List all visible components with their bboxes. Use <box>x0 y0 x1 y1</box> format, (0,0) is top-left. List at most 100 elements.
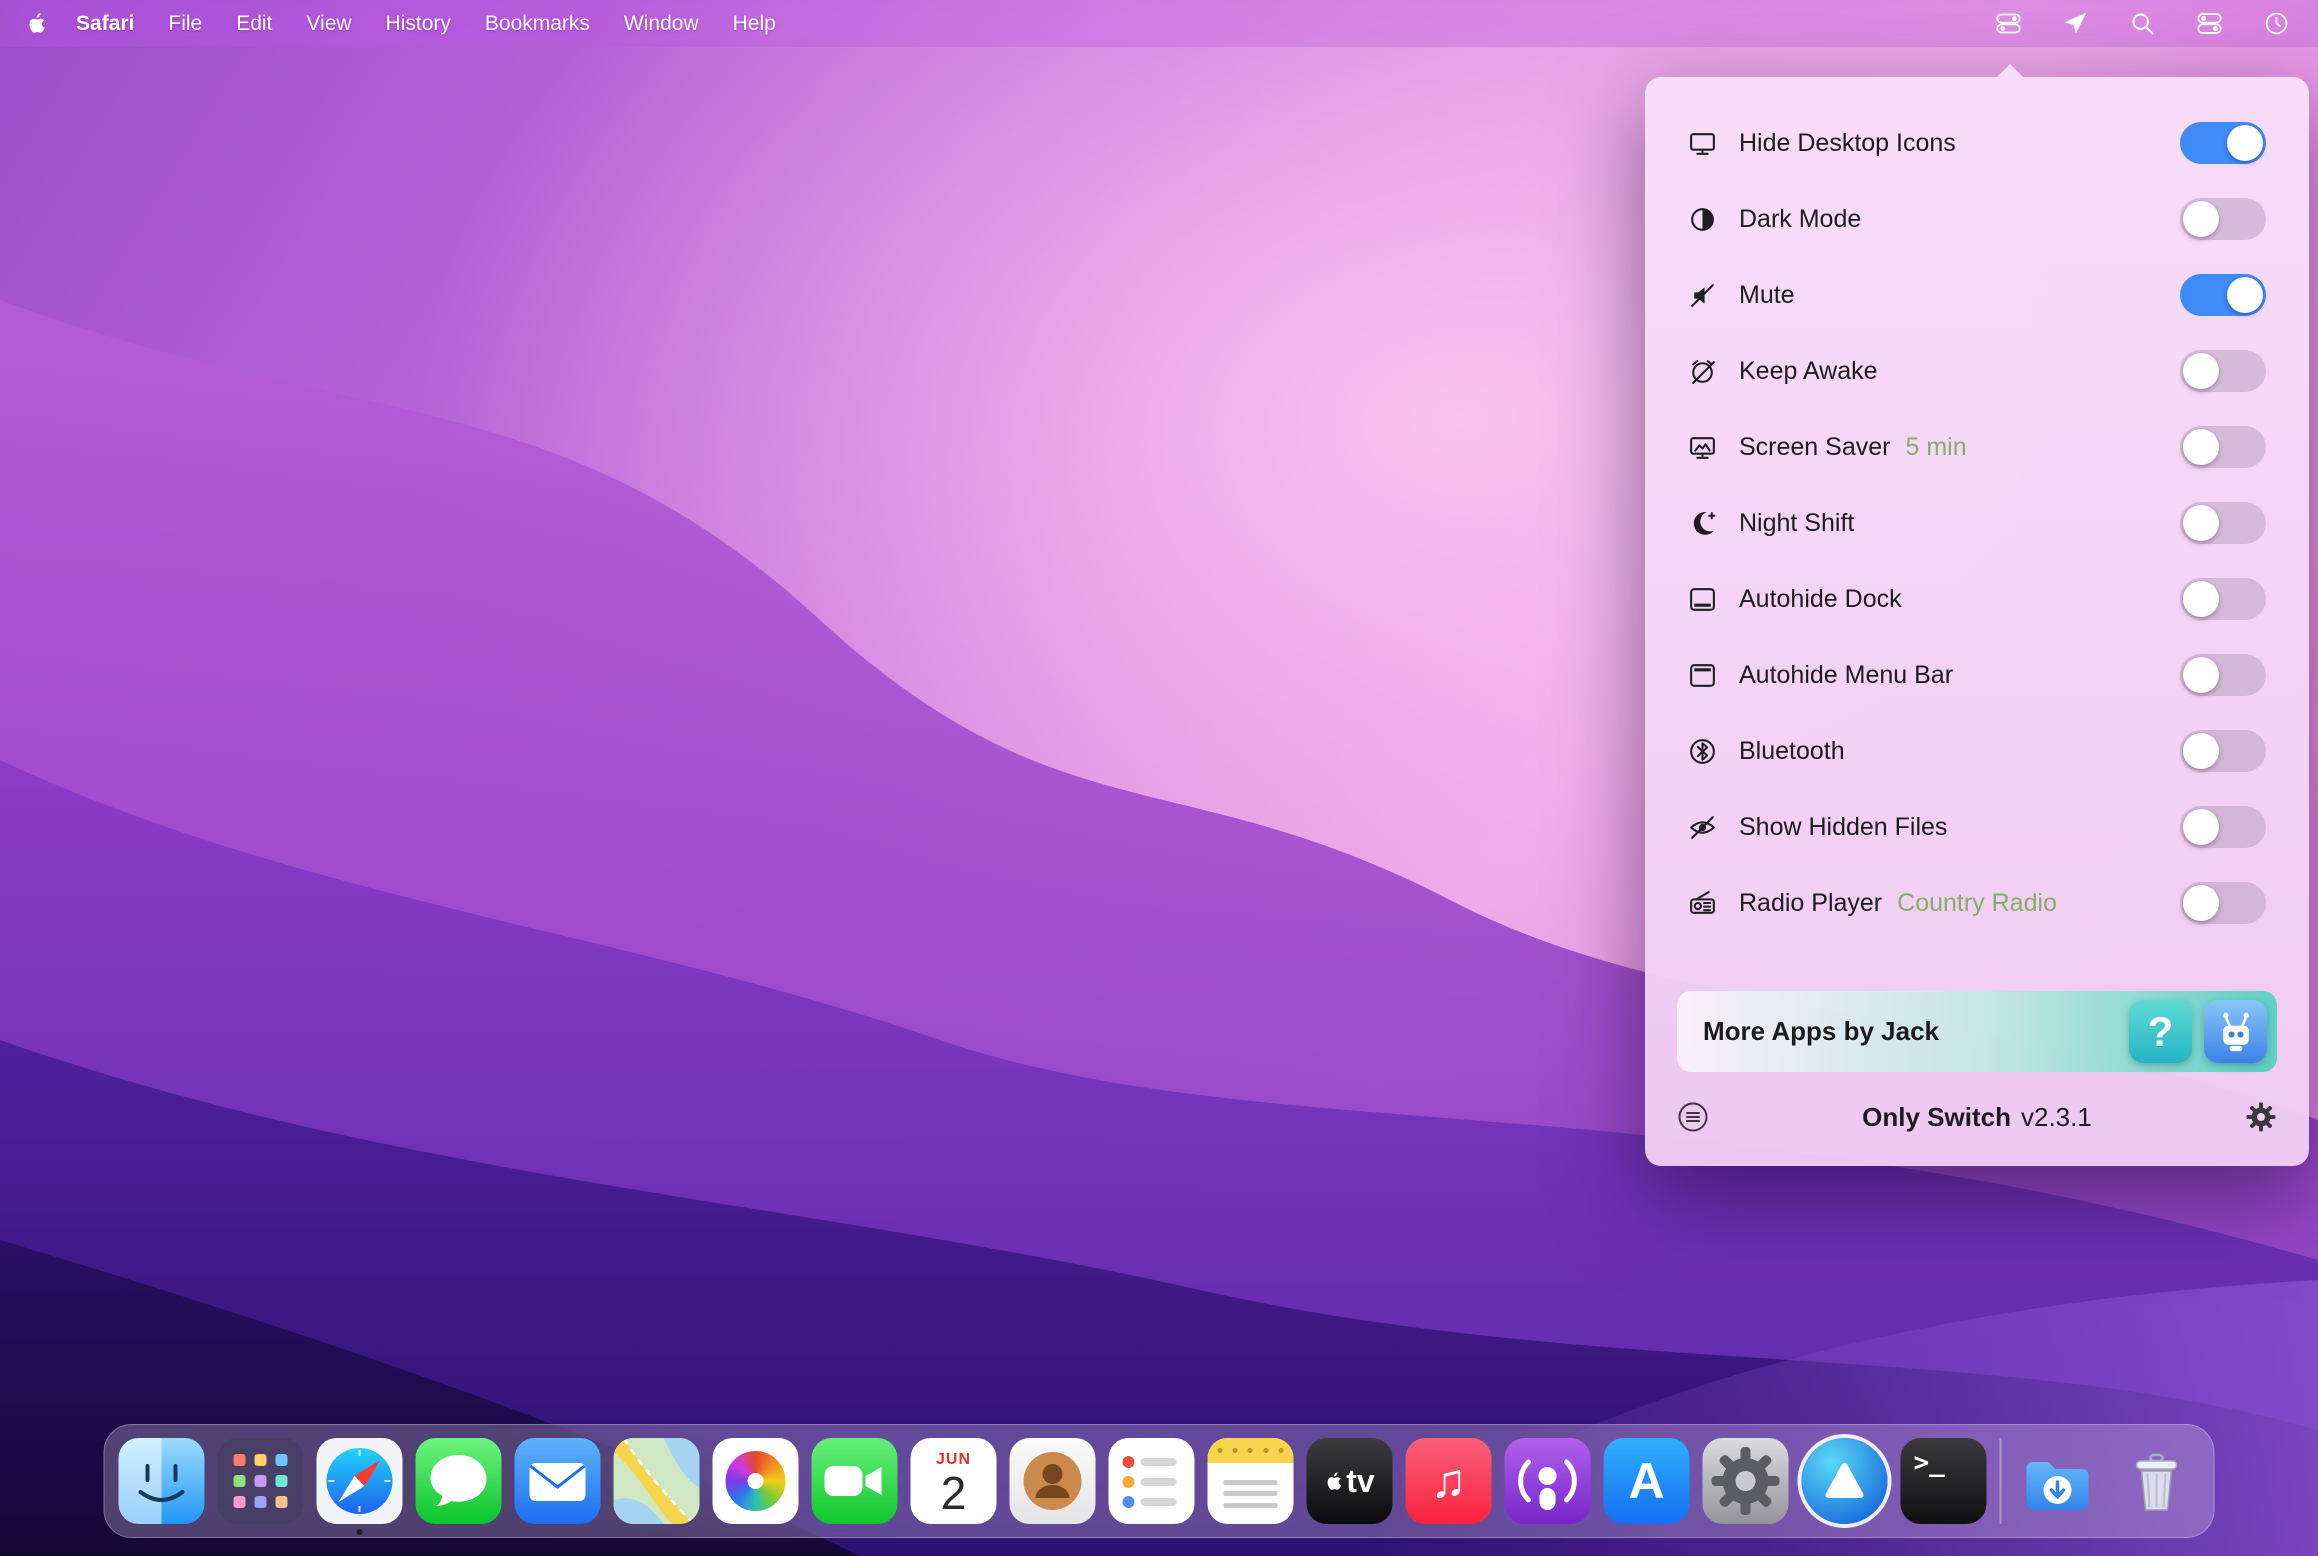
dock-terminal[interactable]: >_ <box>1901 1438 1987 1524</box>
autohide-menubar-icon <box>1681 660 1723 691</box>
gears-icon <box>1703 1438 1789 1524</box>
menu-list-button[interactable] <box>1675 1099 1711 1135</box>
finder-icon <box>119 1438 205 1524</box>
apple-icon <box>26 12 45 35</box>
menu-window[interactable]: Window <box>607 0 716 47</box>
toggle-label: Hide Desktop Icons <box>1739 129 1956 158</box>
row-autohide-dock: Autohide Dock <box>1645 561 2309 637</box>
mute-icon <box>1681 280 1723 311</box>
menu-edit[interactable]: Edit <box>219 0 289 47</box>
autohide-dock-toggle[interactable] <box>2180 578 2266 620</box>
settings-button[interactable] <box>2243 1099 2279 1135</box>
toggle-knob <box>2227 125 2263 161</box>
messages-icon <box>416 1438 502 1524</box>
hide-desktop-icons-icon <box>1681 128 1723 159</box>
toggle-knob <box>2183 505 2219 541</box>
apple-menu[interactable] <box>26 12 45 35</box>
dock-contacts[interactable] <box>1010 1438 1096 1524</box>
toggle-detail: 5 min <box>1905 433 1966 462</box>
spotlight-icon[interactable] <box>2129 10 2156 37</box>
row-radio-player: Radio Player Country Radio <box>1645 865 2309 941</box>
trash-icon <box>2114 1438 2200 1524</box>
only-switch-menubar-icon[interactable] <box>1995 10 2022 37</box>
dock-mail[interactable] <box>515 1438 601 1524</box>
autohide-dock-icon <box>1681 584 1723 615</box>
menu-bookmarks[interactable]: Bookmarks <box>468 0 607 47</box>
dock-only-switch[interactable] <box>1802 1438 1888 1524</box>
more-apps-banner[interactable]: More Apps by Jack ? <box>1677 991 2277 1072</box>
dock-messages[interactable] <box>416 1438 502 1524</box>
hamburger-icon <box>1676 1100 1710 1134</box>
toggle-knob <box>2183 353 2219 389</box>
clock-icon[interactable] <box>2263 10 2290 37</box>
toggle-knob <box>2183 657 2219 693</box>
dock-maps[interactable] <box>614 1438 700 1524</box>
app-version-title: Only Switch v2.3.1 <box>1711 1102 2243 1133</box>
menu-bar: Safari File Edit View History Bookmarks … <box>0 0 2318 47</box>
toggle-knob <box>2183 201 2219 237</box>
menu-file[interactable]: File <box>151 0 219 47</box>
row-show-hidden-files: Show Hidden Files <box>1645 789 2309 865</box>
footer-version: v2.3.1 <box>2021 1102 2092 1132</box>
podcasts-icon <box>1505 1438 1591 1524</box>
radio-player-toggle[interactable] <box>2180 882 2266 924</box>
mute-toggle[interactable] <box>2180 274 2266 316</box>
night-shift-toggle[interactable] <box>2180 502 2266 544</box>
row-bluetooth: Bluetooth <box>1645 713 2309 789</box>
menu-app-name[interactable]: Safari <box>59 0 151 47</box>
menu-help[interactable]: Help <box>716 0 793 47</box>
location-icon[interactable] <box>2062 10 2089 37</box>
control-center-icon[interactable] <box>2196 10 2223 37</box>
launchpad-icon <box>218 1438 304 1524</box>
dock-music[interactable]: ♫ <box>1406 1438 1492 1524</box>
bluetooth-toggle[interactable] <box>2180 730 2266 772</box>
dock-calendar[interactable]: JUN 2 <box>911 1438 997 1524</box>
dark-mode-toggle[interactable] <box>2180 198 2266 240</box>
dock-tv[interactable]: tv <box>1307 1438 1393 1524</box>
toggle-label: Radio Player <box>1739 889 1882 918</box>
dock-facetime[interactable] <box>812 1438 898 1524</box>
dock-downloads[interactable] <box>2015 1438 2101 1524</box>
dock-reminders[interactable] <box>1109 1438 1195 1524</box>
apple-logo-icon <box>1324 1471 1341 1492</box>
maps-icon <box>614 1438 700 1524</box>
keep-awake-icon <box>1681 356 1723 387</box>
dock: JUN 2 tv ♫ A >_ <box>104 1424 2215 1538</box>
toggle-knob <box>2183 885 2219 921</box>
dock-safari[interactable] <box>317 1438 403 1524</box>
row-hide-desktop-icons: Hide Desktop Icons <box>1645 105 2309 181</box>
question-app-icon[interactable]: ? <box>2129 1000 2192 1063</box>
screen-saver-icon <box>1681 432 1723 463</box>
dock-app-store[interactable]: A <box>1604 1438 1690 1524</box>
toggle-label: Night Shift <box>1739 509 1854 538</box>
music-note-icon: ♫ <box>1431 1454 1467 1509</box>
toggle-knob <box>2227 277 2263 313</box>
toggle-label: Screen Saver <box>1739 433 1890 462</box>
robot-icon <box>2213 1009 2259 1055</box>
dock-photos[interactable] <box>713 1438 799 1524</box>
toggle-knob <box>2183 581 2219 617</box>
dock-trash[interactable] <box>2114 1438 2200 1524</box>
robot-app-icon[interactable] <box>2204 1000 2267 1063</box>
autohide-menu-bar-toggle[interactable] <box>2180 654 2266 696</box>
row-autohide-menu-bar: Autohide Menu Bar <box>1645 637 2309 713</box>
menu-view[interactable]: View <box>289 0 368 47</box>
show-hidden-files-toggle[interactable] <box>2180 806 2266 848</box>
dock-system-preferences[interactable] <box>1703 1438 1789 1524</box>
only-switch-panel: Hide Desktop Icons Dark Mode Mute Keep A… <box>1645 77 2309 1166</box>
toggle-label: Mute <box>1739 281 1795 310</box>
dock-podcasts[interactable] <box>1505 1438 1591 1524</box>
screen-saver-toggle[interactable] <box>2180 426 2266 468</box>
dock-notes[interactable] <box>1208 1438 1294 1524</box>
keep-awake-toggle[interactable] <box>2180 350 2266 392</box>
notes-icon-header <box>1208 1438 1294 1463</box>
toggle-label: Bluetooth <box>1739 737 1845 766</box>
hide-desktop-icons-toggle[interactable] <box>2180 122 2266 164</box>
toggle-label: Dark Mode <box>1739 205 1861 234</box>
dock-finder[interactable] <box>119 1438 205 1524</box>
footer-app-name: Only Switch <box>1862 1102 2011 1132</box>
dock-launchpad[interactable] <box>218 1438 304 1524</box>
more-apps-label: More Apps by Jack <box>1703 1016 1939 1047</box>
mail-icon <box>515 1438 601 1524</box>
menu-history[interactable]: History <box>369 0 468 47</box>
